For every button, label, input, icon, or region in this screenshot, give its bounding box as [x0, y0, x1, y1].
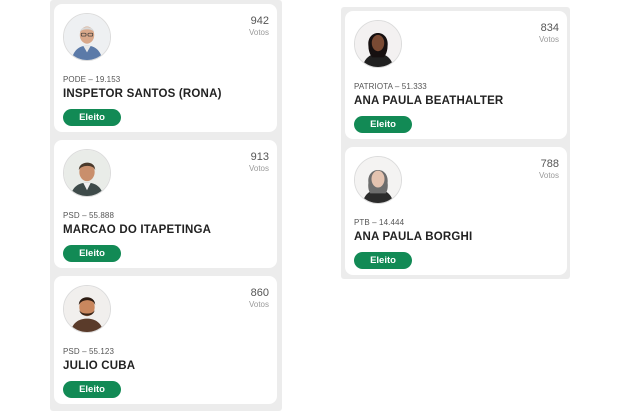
candidate-name[interactable]: ANA PAULA BORGHI: [354, 231, 472, 243]
votes-label: Votos: [248, 300, 269, 309]
votes-count: 860: [250, 287, 269, 299]
votes-count: 788: [540, 158, 559, 170]
candidate-name[interactable]: JULIO CUBA: [63, 360, 135, 372]
candidate-card[interactable]: 834 Votos PATRIOTA – 51.333 ANA PAULA BE…: [345, 11, 567, 139]
votes-count: 942: [250, 15, 269, 27]
candidate-card[interactable]: 913 Votos PSD – 55.888 MARCAO DO ITAPETI…: [54, 140, 277, 268]
votes-label: Votos: [538, 35, 559, 44]
votes-box: 860 Votos: [249, 287, 269, 309]
candidate-photo: [63, 149, 111, 197]
party-number: PATRIOTA – 51.333: [354, 82, 427, 91]
candidate-name[interactable]: ANA PAULA BEATHALTER: [354, 95, 503, 107]
candidate-photo: [354, 20, 402, 68]
party-number: PODE – 19.153: [63, 75, 121, 84]
votes-count: 834: [540, 22, 559, 34]
party-number: PTB – 14.444: [354, 218, 405, 227]
candidates-column-left: 942 Votos PODE – 19.153 INSPETOR SANTOS …: [50, 0, 282, 411]
votes-count: 913: [250, 151, 269, 163]
candidates-column-right: 834 Votos PATRIOTA – 51.333 ANA PAULA BE…: [341, 7, 570, 279]
party-number: PSD – 55.123: [63, 347, 115, 356]
votes-label: Votos: [538, 171, 559, 180]
candidate-photo: [354, 156, 402, 204]
votes-box: 942 Votos: [249, 15, 269, 37]
elected-badge: Eleito: [63, 381, 121, 398]
candidate-photo: [63, 285, 111, 333]
candidate-card[interactable]: 860 Votos PSD – 55.123 JULIO CUBA Eleito: [54, 276, 277, 404]
candidate-photo: [63, 13, 111, 61]
elected-badge: Eleito: [354, 252, 412, 269]
candidate-name[interactable]: MARCAO DO ITAPETINGA: [63, 224, 211, 236]
votes-label: Votos: [248, 28, 269, 37]
candidate-card[interactable]: 942 Votos PODE – 19.153 INSPETOR SANTOS …: [54, 4, 277, 132]
elected-badge: Eleito: [354, 116, 412, 133]
votes-box: 913 Votos: [249, 151, 269, 173]
votes-box: 834 Votos: [539, 22, 559, 44]
elected-badge: Eleito: [63, 109, 121, 126]
candidate-name[interactable]: INSPETOR SANTOS (RONA): [63, 88, 222, 100]
elected-badge: Eleito: [63, 245, 121, 262]
party-number: PSD – 55.888: [63, 211, 115, 220]
votes-box: 788 Votos: [539, 158, 559, 180]
candidate-card[interactable]: 788 Votos PTB – 14.444 ANA PAULA BORGHI …: [345, 147, 567, 275]
votes-label: Votos: [248, 164, 269, 173]
